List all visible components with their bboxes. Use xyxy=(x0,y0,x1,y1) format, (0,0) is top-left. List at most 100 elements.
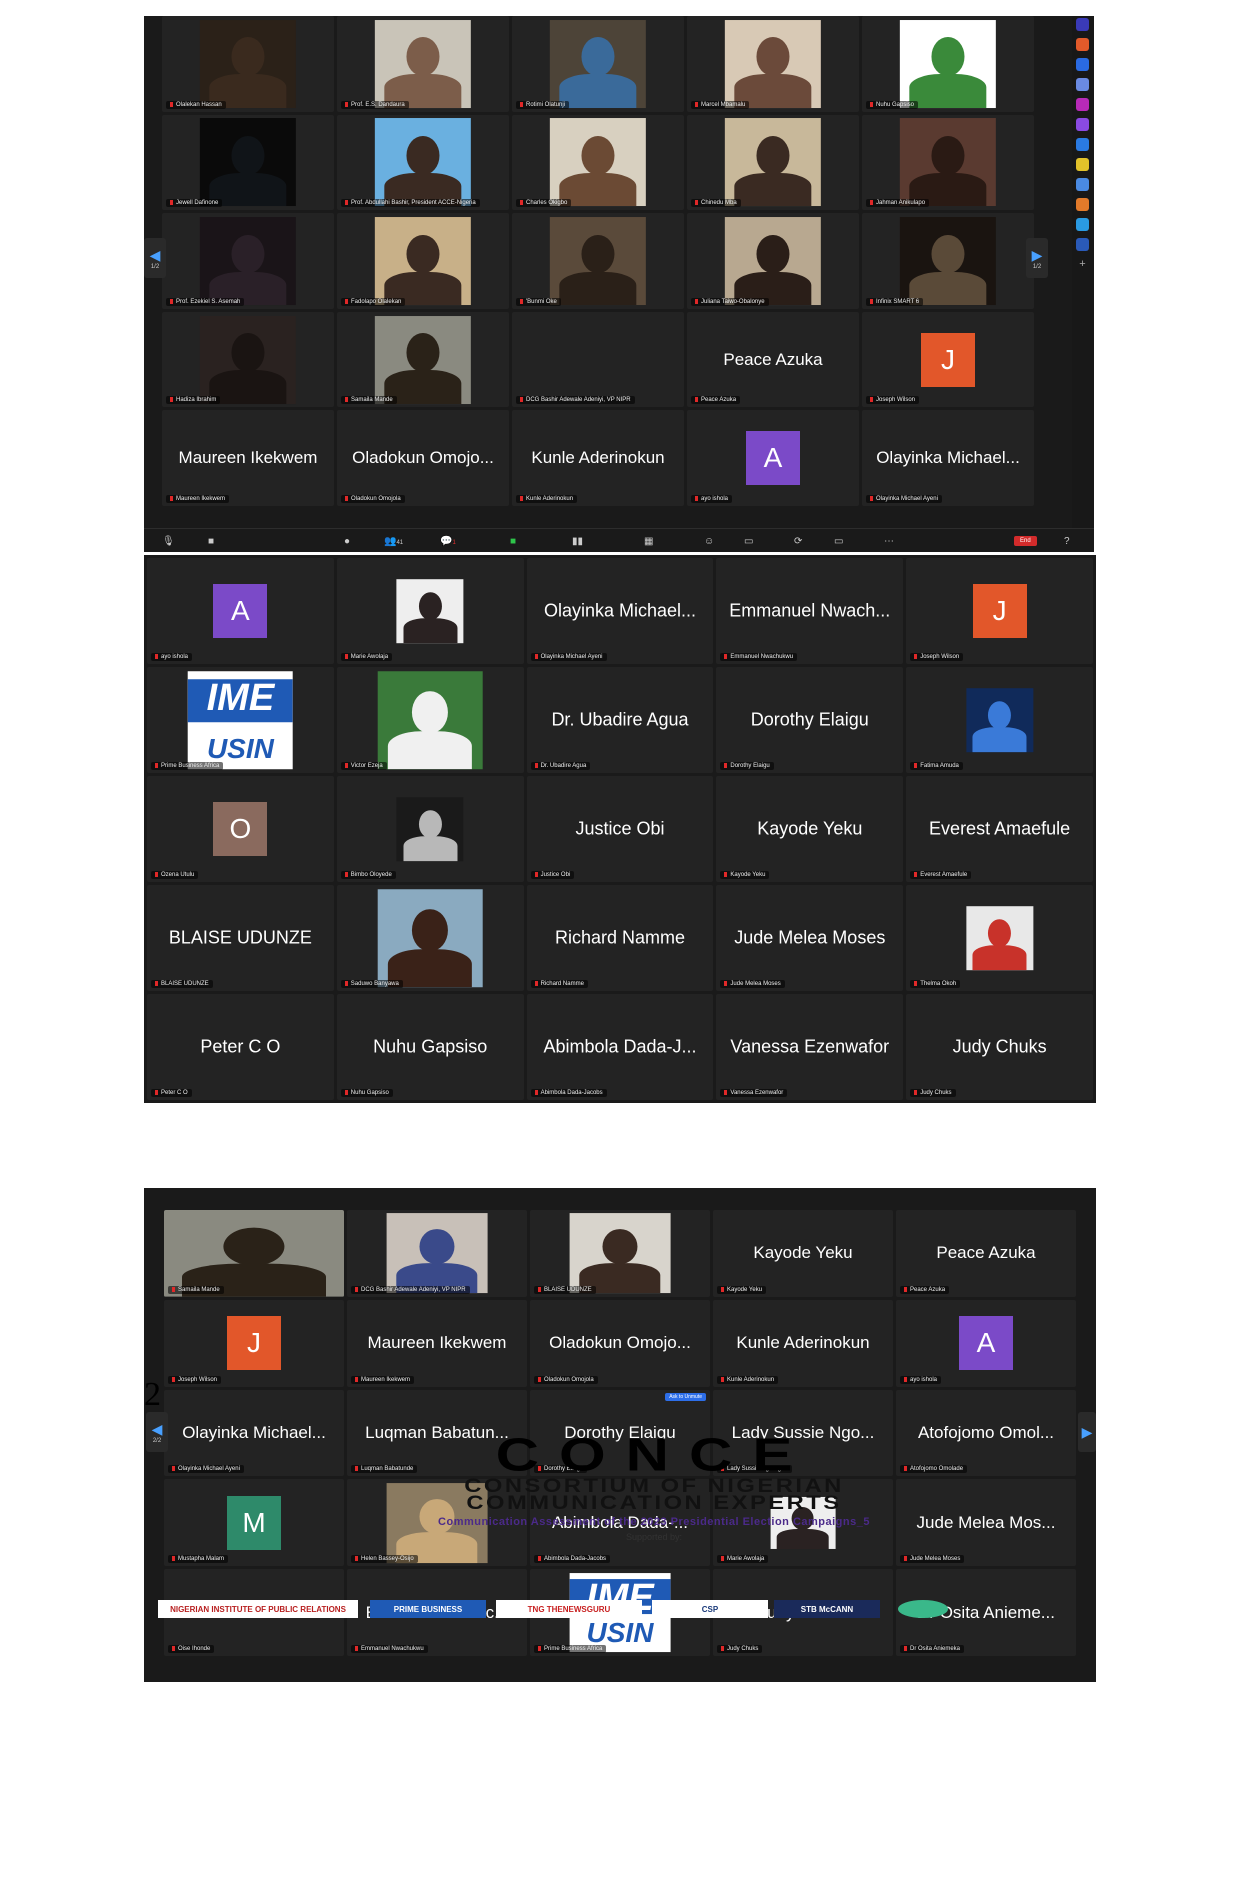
participant-tile[interactable]: Jahman Anikulapo xyxy=(862,114,1034,211)
participant-tile[interactable]: BLAISE UDUNZE xyxy=(530,1210,710,1297)
app-icon[interactable] xyxy=(1076,238,1089,251)
app-icon[interactable] xyxy=(1076,198,1089,211)
app-icon[interactable] xyxy=(1076,138,1089,151)
participant-tile[interactable]: Jude Melea Moses Jude Melea Moses xyxy=(716,885,904,991)
video-grid-2: Aayo ishola Marie Awolaja Olayinka Michael… xyxy=(147,558,1093,1100)
app-icon[interactable] xyxy=(1076,18,1089,31)
app-icon[interactable] xyxy=(1076,38,1089,51)
participant-tile[interactable]: Peace Azuka Peace Azuka xyxy=(896,1210,1076,1297)
participant-tile[interactable]: Aayo ishola xyxy=(687,410,859,506)
participant-tile[interactable]: Fatima Amuda xyxy=(906,667,1093,773)
participant-tile[interactable]: 'Bunmi Oke xyxy=(512,213,684,309)
participant-tile[interactable]: Justice Obi Justice Obi xyxy=(526,776,714,882)
participant-tile[interactable]: Prof. Abdullahi Bashir, President ACCE-N… xyxy=(337,114,509,211)
app-icon[interactable] xyxy=(1076,218,1089,231)
participant-tile[interactable]: Chinedu Mba xyxy=(687,114,859,211)
participant-tile[interactable]: Maureen Ikekwem Maureen Ikekwem xyxy=(162,410,334,506)
participant-tile[interactable]: Samaila Mande xyxy=(337,311,509,408)
more-icon[interactable]: ⋯ xyxy=(884,536,894,547)
participant-tile[interactable]: Samaila Mande xyxy=(164,1210,344,1297)
participant-tile[interactable]: IME USIN Prime Business Africa xyxy=(147,667,334,773)
participant-tile[interactable]: Kayode Yeku Kayode Yeku xyxy=(713,1210,893,1297)
participant-tile[interactable]: Kayode Yeku Kayode Yeku xyxy=(716,776,904,882)
add-app-icon[interactable]: + xyxy=(1076,258,1089,271)
participant-tile[interactable]: BLAISE UDUNZE BLAISE UDUNZE xyxy=(147,885,334,991)
participant-tile[interactable]: DCG Bashir Adewale Adeniyi, VP NIPR xyxy=(512,311,684,408)
participant-tile[interactable]: Nuhu Gapsiso xyxy=(862,16,1034,112)
participant-tile[interactable]: Richard Namme Richard Namme xyxy=(526,885,714,991)
participant-tile[interactable]: Olayinka Michael... Olayinka Michael Ayen… xyxy=(526,558,714,664)
whiteboard-icon[interactable]: ▭ xyxy=(744,536,753,547)
participant-tile[interactable]: Aayo ishola xyxy=(147,558,334,664)
participant-label: Rotimi Olatunji xyxy=(516,100,570,109)
participant-label: Ozena Utulu xyxy=(151,871,199,879)
participant-tile[interactable]: O Ozena Utulu xyxy=(147,776,334,882)
ask-to-unmute-button[interactable]: Ask to Unmute xyxy=(665,1392,706,1401)
share-screen-icon[interactable]: ■ xyxy=(510,536,516,547)
participants-icon[interactable]: 👥41 xyxy=(384,536,403,547)
participant-tile[interactable]: Olalekan Hassan xyxy=(162,16,334,112)
next-page-button[interactable]: ▶ xyxy=(1078,1412,1096,1452)
participant-tile[interactable]: Peace Azuka Peace Azuka xyxy=(687,311,859,408)
participant-tile[interactable]: Jewell Dafinone xyxy=(162,114,334,211)
participant-tile[interactable]: Saduwo Banyawa xyxy=(336,885,524,991)
participant-name: Kayode Yeku xyxy=(757,818,863,839)
prev-page-button[interactable]: ◀ 1/2 xyxy=(144,238,166,278)
participant-tile[interactable]: Oladokun Omojo... Oladokun Omojola xyxy=(530,1299,710,1387)
apps-icon[interactable]: ⟳ xyxy=(794,536,802,547)
participant-tile[interactable]: Vanessa Ezenwafor Vanessa Ezenwafor xyxy=(716,994,904,1100)
app-icon[interactable] xyxy=(1076,178,1089,191)
participant-tile[interactable]: Marie Awolaja xyxy=(336,558,524,664)
chat-icon[interactable]: 💬1 xyxy=(440,536,456,547)
participant-label: Jewell Dafinone xyxy=(166,199,223,208)
participant-tile[interactable]: Bimbo Oloyede xyxy=(336,776,524,882)
camera-icon[interactable]: ■ xyxy=(208,536,214,547)
app-icon[interactable] xyxy=(1076,118,1089,131)
participant-tile[interactable]: Dorothy Elaigu Dorothy Elaigu xyxy=(716,667,904,773)
end-meeting-button[interactable]: End xyxy=(1014,536,1037,546)
participant-tile[interactable]: Infinix SMART 6 xyxy=(862,213,1034,309)
microphone-icon[interactable]: 🎙 xyxy=(162,536,175,547)
participant-tile[interactable]: Everest Amaefule Everest Amaefule xyxy=(906,776,1093,882)
view-icon[interactable]: ▭ xyxy=(834,536,843,547)
app-icon[interactable] xyxy=(1076,98,1089,111)
app-icon[interactable] xyxy=(1076,58,1089,71)
participant-tile[interactable]: Oladokun Omojo... Oladokun Omojola xyxy=(337,410,509,506)
participant-tile[interactable]: Olayinka Michael... Olayinka Michael Ayen… xyxy=(862,410,1034,506)
participant-tile[interactable]: Hadiza Ibrahim xyxy=(162,311,334,408)
participant-label: Olayinka Michael Ayeni xyxy=(530,653,607,661)
participant-tile[interactable]: DCG Bashir Adewale Adeniyi, VP NIPR xyxy=(347,1210,527,1297)
app-icon[interactable] xyxy=(1076,78,1089,91)
participant-tile[interactable]: Judy Chuks Judy Chuks xyxy=(906,994,1093,1100)
participant-tile[interactable]: Marcel Mbamalu xyxy=(687,16,859,112)
participant-tile[interactable]: Fadolapo Olalekan xyxy=(337,213,509,309)
participant-tile[interactable]: J Joseph Wilson xyxy=(862,311,1034,408)
participant-tile[interactable]: Aayo ishola xyxy=(896,1299,1076,1387)
participant-tile[interactable]: Kunle Aderinokun Kunle Aderinokun xyxy=(713,1299,893,1387)
app-icon[interactable] xyxy=(1076,158,1089,171)
participant-tile[interactable]: Rotimi Olatunji xyxy=(512,16,684,112)
participant-tile[interactable]: Kunle Aderinokun Kunle Aderinokun xyxy=(512,410,684,506)
participant-tile[interactable]: Emmanuel Nwach... Emmanuel Nwachukwu xyxy=(716,558,904,664)
help-icon[interactable]: ? xyxy=(1064,536,1070,547)
participant-tile[interactable]: Prof. Ezekiel S. Asemah xyxy=(162,213,334,309)
participant-tile[interactable]: Juliana Taiwo-Obalonye xyxy=(687,213,859,309)
participant-tile[interactable]: Nuhu Gapsiso Nuhu Gapsiso xyxy=(336,994,524,1100)
participant-tile[interactable]: J Joseph Wilson xyxy=(164,1299,344,1387)
participant-tile[interactable]: Abimbola Dada-J... Abimbola Dada-Jacobs xyxy=(526,994,714,1100)
participant-tile[interactable]: Dr. Ubadire Agua Dr. Ubadire Agua xyxy=(526,667,714,773)
security-icon[interactable]: ● xyxy=(344,536,350,547)
participant-tile[interactable]: Thelma Okoh xyxy=(906,885,1093,991)
participant-tile[interactable]: Prof. E.S. Dandaura xyxy=(337,16,509,112)
participant-tile[interactable]: Peter C O Peter C O xyxy=(147,994,334,1100)
participant-name: Jude Melea Moses xyxy=(734,927,886,948)
participant-tile[interactable]: Maureen Ikekwem Maureen Ikekwem xyxy=(347,1299,527,1387)
next-page-button[interactable]: ▶ 1/2 xyxy=(1026,238,1048,278)
participant-tile[interactable]: J Joseph Wilson xyxy=(906,558,1093,664)
participant-tile[interactable]: Victor Ezeja xyxy=(336,667,524,773)
pause-icon[interactable]: ▮▮ xyxy=(572,536,583,547)
prev-page-button[interactable]: ◀ 2/2 xyxy=(146,1412,168,1452)
reactions-icon[interactable]: ☺ xyxy=(704,536,714,547)
gallery-icon[interactable]: ▦ xyxy=(644,536,653,547)
participant-tile[interactable]: Charles Okigbo xyxy=(512,114,684,211)
